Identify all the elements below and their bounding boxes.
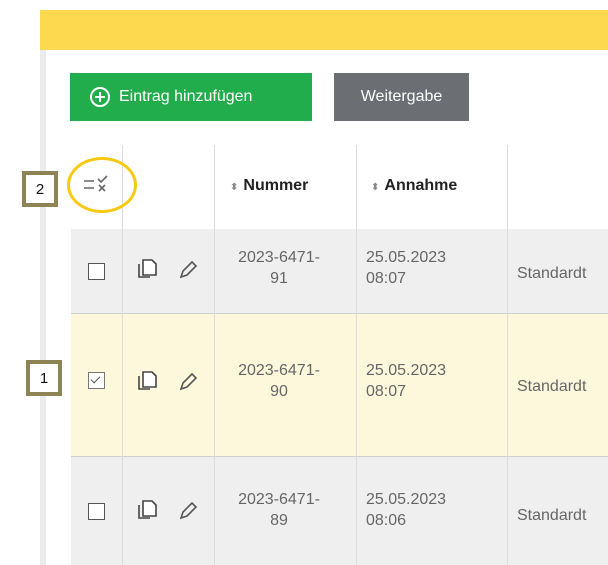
header-acceptance-label: Annahme (384, 177, 458, 194)
annotation-marker-2: 2 (22, 171, 58, 207)
table-row: 2023-6471- 89 25.05.2023 08:06 Standardt (71, 456, 608, 565)
copy-icon[interactable] (135, 498, 159, 522)
column-divider (356, 145, 357, 565)
column-divider (507, 145, 508, 565)
left-border-strip (40, 50, 46, 565)
header-number-label: Nummer (243, 177, 309, 194)
entry-number: 2023-6471- 91 (238, 249, 320, 287)
share-label: Weitergabe (360, 88, 443, 105)
row-checkbox[interactable] (88, 263, 105, 280)
entry-type: Standardt (517, 507, 587, 524)
row-checkbox[interactable] (88, 503, 105, 520)
row-checkbox-checked[interactable] (88, 372, 105, 389)
column-divider (214, 145, 215, 565)
pencil-icon[interactable] (177, 259, 199, 281)
sort-icon: ⬍ (371, 182, 380, 193)
header-number[interactable]: ⬍ Nummer (230, 177, 308, 195)
entry-date: 25.05.2023 08:07 (366, 362, 447, 400)
pencil-icon[interactable] (177, 500, 199, 522)
copy-icon[interactable] (135, 369, 159, 393)
sort-icon: ⬍ (230, 182, 239, 193)
annotation-marker-1: 1 (26, 360, 62, 396)
top-header-bar (40, 10, 608, 50)
copy-icon[interactable] (135, 257, 159, 281)
table-row: 2023-6471- 91 25.05.2023 08:07 Standardt (71, 229, 608, 313)
share-button[interactable]: Weitergabe (334, 73, 469, 121)
entry-date: 25.05.2023 08:07 (366, 249, 447, 287)
entry-date: 25.05.2023 08:06 (366, 491, 447, 529)
entry-type: Standardt (517, 378, 587, 395)
table-row-selected: 2023-6471- 90 25.05.2023 08:07 Standardt (71, 313, 608, 456)
header-acceptance[interactable]: ⬍ Annahme (371, 177, 457, 195)
entry-type: Standardt (517, 265, 587, 282)
add-entry-button[interactable]: Eintrag hinzufügen (70, 73, 312, 121)
column-divider (122, 145, 123, 565)
entry-number: 2023-6471- 90 (238, 362, 320, 400)
pencil-icon[interactable] (177, 371, 199, 393)
plus-circle-icon (90, 87, 110, 107)
entry-number: 2023-6471- 89 (238, 491, 320, 529)
add-entry-label: Eintrag hinzufügen (119, 88, 253, 105)
highlight-circle (67, 157, 137, 213)
